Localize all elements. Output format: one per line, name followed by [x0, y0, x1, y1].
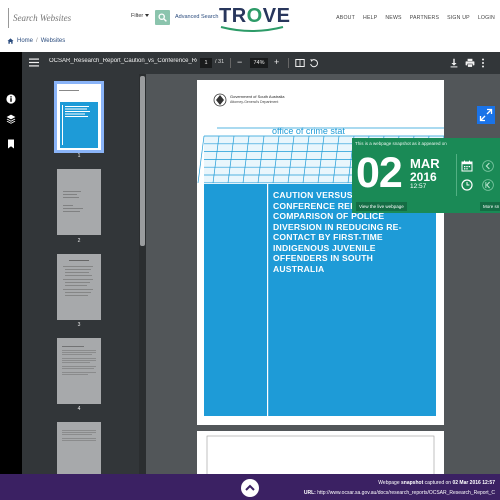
download-icon[interactable] [449, 58, 459, 68]
thumbnail-label: 2 [77, 238, 81, 244]
cover-thumbnail-image [57, 84, 101, 150]
breadcrumb: Home / Websites [7, 38, 65, 44]
pdf-viewer: OCSAR_Research_Report_Caution_vs_Confere… [0, 52, 500, 500]
breadcrumb-home[interactable]: Home [17, 38, 33, 44]
page-thumbnail[interactable] [54, 81, 104, 153]
breadcrumb-separator: / [36, 38, 38, 44]
expand-icon [479, 108, 493, 122]
breadcrumb-websites[interactable]: Websites [41, 38, 66, 44]
snapshot-year: 2016 [410, 170, 437, 184]
zoom-out-button[interactable]: − [237, 57, 242, 67]
logo-wordmark: TROVE [219, 5, 291, 27]
layers-icon[interactable] [6, 114, 16, 124]
page-total: / 31 [215, 59, 225, 65]
site-header: Filter Advanced Search TROVE ABOUT HELP … [0, 0, 500, 34]
snapshot-month: MAR [410, 156, 440, 171]
page-thumbnail[interactable] [57, 169, 101, 235]
nav-about[interactable]: ABOUT [336, 15, 355, 21]
search-box: Filter [8, 8, 152, 28]
snapshot-panel: This is a webpage snapshot as it appeare… [352, 138, 500, 213]
search-button[interactable] [155, 10, 170, 25]
gov-line-1: Government of South Australia [230, 94, 285, 99]
thumbnail-image [63, 260, 93, 296]
search-input[interactable] [13, 10, 131, 26]
menu-icon[interactable] [29, 58, 39, 67]
snapshot-footer: Webpage snapshot captured on 02 Mar 2016… [0, 474, 500, 500]
snapshot-day: 02 [356, 149, 403, 197]
pdf-toolbar: OCSAR_Research_Report_Caution_vs_Confere… [22, 52, 500, 74]
capture-date: 02 Mar 2016 12:57 [452, 480, 495, 486]
home-icon [7, 38, 14, 44]
capture-text: captured on [424, 480, 452, 486]
previous-snapshot-icon[interactable] [482, 160, 494, 172]
thumbnail-scrollbar[interactable] [139, 74, 146, 500]
thumbnail-label: 1 [77, 153, 81, 159]
first-snapshot-icon[interactable] [482, 179, 494, 191]
page-number-input[interactable]: 1 [200, 58, 212, 68]
nav-news[interactable]: NEWS [385, 15, 401, 21]
bookmark-icon[interactable] [6, 139, 16, 149]
scroll-up-button[interactable] [241, 479, 259, 497]
capture-info: Webpage snapshot captured on 02 Mar 2016… [378, 480, 495, 486]
clock-icon[interactable] [461, 179, 473, 191]
more-snapshots-button[interactable]: More sn [480, 202, 500, 211]
page-root: Filter Advanced Search TROVE ABOUT HELP … [0, 0, 500, 500]
view-live-webpage-button[interactable]: View the live webpage [356, 202, 407, 211]
thumbnail-panel: 1 2 3 4 [22, 74, 146, 500]
calendar-icon[interactable] [461, 160, 473, 172]
info-icon[interactable] [6, 94, 16, 104]
nav-sign-up[interactable]: SIGN UP [447, 15, 470, 21]
top-nav: ABOUT HELP NEWS PARTNERS SIGN UP LOGIN [336, 15, 495, 21]
more-options-icon[interactable] [481, 58, 485, 68]
capture-prefix: Webpage [378, 480, 400, 486]
office-name: office of crime stat [272, 126, 345, 136]
thumbnail-label: 4 [77, 406, 81, 412]
thumbnail-image [63, 191, 83, 212]
toolbar-divider [230, 58, 231, 68]
nav-login[interactable]: LOGIN [478, 15, 495, 21]
thumbnail-label: 3 [77, 322, 81, 328]
toolbar-divider [288, 58, 289, 68]
zoom-input[interactable]: 74% [250, 58, 268, 68]
fit-page-icon[interactable] [295, 58, 305, 68]
snapshot-time: 12:57 [410, 183, 427, 190]
url-label: URL: [303, 490, 316, 496]
zoom-in-button[interactable]: + [274, 57, 279, 67]
capture-url-line: URL: http://www.ocsar.sa.gov.au/docs/res… [304, 490, 495, 496]
capture-snapshot-word: snapshot [401, 480, 424, 486]
print-icon[interactable] [465, 58, 475, 68]
expand-button[interactable] [477, 106, 495, 124]
page-thumbnail[interactable] [57, 254, 101, 320]
gov-line-2: Attorney-General's Department [230, 100, 279, 104]
snapshot-heading: This is a webpage snapshot as it appeare… [355, 141, 447, 146]
document-page: Government of South Australia Attorney-G… [197, 80, 445, 425]
page-thumbnail[interactable] [57, 338, 101, 404]
thumbnail-image [62, 346, 96, 375]
filter-dropdown[interactable]: Filter [131, 13, 149, 19]
side-rail [0, 52, 22, 500]
scrollbar-handle[interactable] [140, 76, 145, 246]
chevron-up-icon [245, 484, 255, 491]
nav-help[interactable]: HELP [363, 15, 377, 21]
search-icon [158, 13, 167, 22]
capture-url[interactable]: http://www.ocsar.sa.gov.au/docs/research… [317, 490, 495, 496]
snapshot-divider [456, 154, 457, 196]
nav-partners[interactable]: PARTNERS [410, 15, 439, 21]
document-title: OCSAR_Research_Report_Caution_vs_Confere… [49, 58, 197, 64]
advanced-search-link[interactable]: Advanced Search [175, 14, 218, 20]
logo-arc-icon [220, 26, 284, 32]
rotate-icon[interactable] [309, 58, 319, 68]
trove-logo[interactable]: TROVE [219, 5, 291, 33]
